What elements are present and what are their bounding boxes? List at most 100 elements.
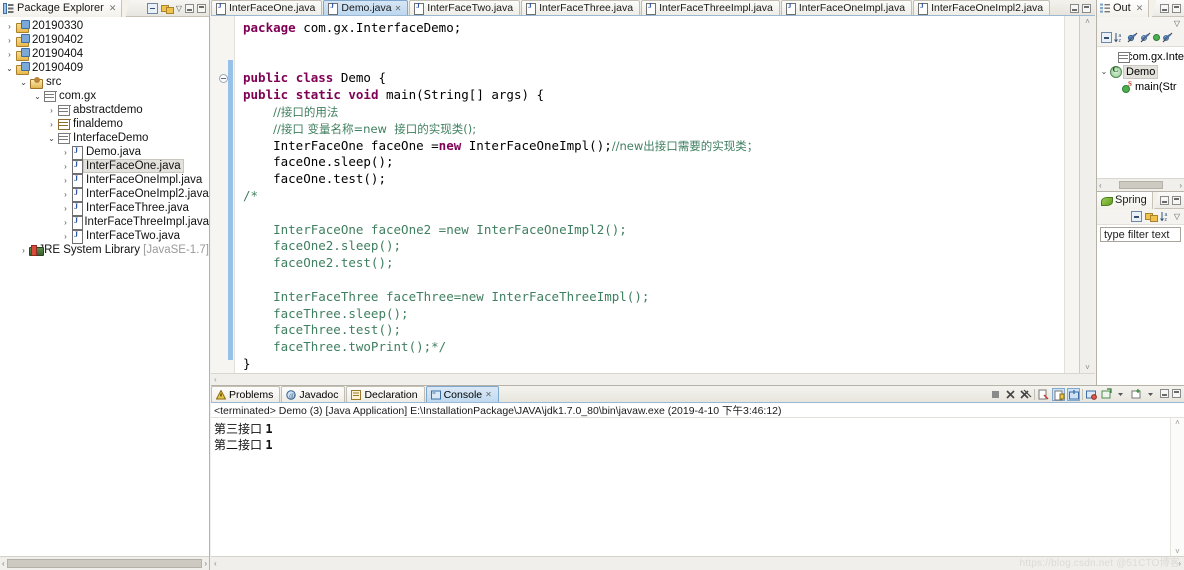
console-tab-close-icon[interactable]: ✕	[485, 390, 492, 399]
editor-vscrollbar[interactable]: ˄ ˅	[1079, 16, 1095, 373]
chevron-right-icon[interactable]: ›	[4, 36, 15, 45]
minimize-icon[interactable]	[1160, 388, 1169, 398]
editor-tab-interfacethree-java[interactable]: InterFaceThree.java	[521, 0, 641, 15]
outline-item-com-gx-inte[interactable]: com.gx.Inte	[1097, 49, 1184, 64]
minimize-icon[interactable]	[185, 3, 194, 13]
chevron-down-icon[interactable]: ⌄	[46, 134, 57, 143]
editor-tab-interfaceoneimpl2-java[interactable]: InterFaceOneImpl2.java	[913, 0, 1051, 15]
tab-package-explorer-close[interactable]: ✕	[109, 3, 117, 14]
tree-item-com-gx[interactable]: ⌄ com.gx	[0, 89, 209, 103]
package-explorer-tree[interactable]: › 20190330 › 20190402 › 20190404 ⌄ 20190409 ⌄ src…	[0, 17, 209, 556]
link-with-editor-icon[interactable]	[1144, 211, 1158, 222]
tab-package-explorer[interactable]: Package Explorer ✕	[0, 0, 123, 17]
link-with-editor-icon[interactable]	[160, 3, 174, 14]
spring-filter-input[interactable]: type filter text	[1100, 227, 1181, 242]
console-hscroll-left-arrow[interactable]: ‹	[214, 559, 217, 568]
view-menu-icon[interactable]: ▽	[176, 4, 182, 13]
vscroll-down-arrow[interactable]: ˅	[1085, 362, 1090, 373]
chevron-right-icon[interactable]: ›	[46, 120, 57, 129]
console-tab-javadoc[interactable]: @ Javadoc	[281, 386, 346, 402]
chevron-right-icon[interactable]: ›	[60, 218, 71, 227]
hide-static-icon[interactable]	[1140, 32, 1151, 43]
hscroll-thumb[interactable]	[6, 559, 203, 568]
tree-item-interfacethreeimpl-java[interactable]: › InterFaceThreeImpl.java	[0, 215, 209, 230]
console-vscroll-up-arrow[interactable]: ˄	[1175, 418, 1180, 427]
tree-item-20190402[interactable]: › 20190402	[0, 33, 209, 47]
chevron-right-icon[interactable]: ›	[18, 246, 29, 255]
collapse-all-icon[interactable]	[146, 2, 158, 14]
chevron-right-icon[interactable]: ›	[4, 50, 15, 59]
outline-item-main-str[interactable]: main(Str	[1097, 79, 1184, 94]
code-line[interactable]	[243, 54, 1064, 71]
tree-item-interfaceone-java[interactable]: › InterFaceOne.java	[0, 159, 209, 174]
code-line[interactable]: }	[243, 356, 1064, 373]
open-console-icon[interactable]	[1100, 388, 1113, 401]
editor-tab-interfacethreeimpl-java[interactable]: InterFaceThreeImpl.java	[641, 0, 780, 15]
code-line[interactable]: InterFaceOne faceOne =new InterFaceOneIm…	[243, 138, 1064, 155]
chevron-down-icon[interactable]: ⌄	[1099, 67, 1109, 76]
editor-tab-interfacetwo-java[interactable]: InterFaceTwo.java	[409, 0, 521, 15]
editor-tab-interfaceone-java[interactable]: InterFaceOne.java	[211, 0, 323, 15]
tree-item-interfaceoneimpl2-java[interactable]: › InterFaceOneImpl2.java	[0, 187, 209, 202]
chevron-right-icon[interactable]: ›	[46, 106, 57, 115]
tree-item-interfacedemo[interactable]: ⌄ InterfaceDemo	[0, 131, 209, 145]
code-line[interactable]	[243, 272, 1064, 289]
console-tab-declaration[interactable]: Declaration	[346, 386, 425, 402]
code-line[interactable]: //接口 变量名称=new 接口的实现类();	[243, 121, 1064, 138]
hscroll-right-arrow[interactable]: ›	[204, 559, 207, 568]
collapse-all-icon[interactable]	[1101, 32, 1112, 43]
code-line[interactable]: //接口的用法	[243, 104, 1064, 121]
hscroll-left-arrow[interactable]: ‹	[2, 559, 5, 568]
tree-item-abstractdemo[interactable]: › abstractdemo	[0, 103, 209, 117]
code-line[interactable]: public class Demo {	[243, 70, 1064, 87]
chevron-down-icon[interactable]: ⌄	[18, 78, 29, 87]
terminate-icon[interactable]	[989, 388, 1002, 401]
code-line[interactable]	[243, 205, 1064, 222]
maximize-icon[interactable]	[1172, 3, 1181, 13]
display-selected-console-icon[interactable]	[1085, 388, 1098, 401]
outline-hscroll-right-arrow[interactable]: ›	[1179, 181, 1182, 190]
editor-tab-interfaceoneimpl-java[interactable]: InterFaceOneImpl.java	[780, 0, 913, 15]
code-line[interactable]: /*	[243, 188, 1064, 205]
tree-item-jre-system-library[interactable]: › JRE System Library [JavaSE-1.7]	[0, 243, 209, 257]
minimize-icon[interactable]	[1070, 4, 1079, 13]
maximize-icon[interactable]	[1172, 195, 1181, 205]
chevron-down-icon[interactable]: ⌄	[4, 64, 15, 73]
maximize-icon[interactable]	[197, 3, 206, 13]
code-line[interactable]: faceOne.test();	[243, 171, 1064, 188]
hide-local-types-icon[interactable]	[1162, 32, 1173, 43]
new-console-dropdown-icon[interactable]	[1145, 388, 1158, 401]
fold-collapse-icon[interactable]	[219, 74, 228, 83]
chevron-right-icon[interactable]: ›	[60, 204, 71, 213]
vscroll-up-arrow[interactable]: ˄	[1085, 16, 1090, 27]
editor-hscrollbar[interactable]: ‹	[211, 373, 1095, 384]
editor-hscroll-left-arrow[interactable]: ‹	[214, 375, 217, 384]
package-explorer-hscrollbar[interactable]: ‹ ›	[0, 556, 209, 570]
hide-fields-icon[interactable]	[1127, 32, 1138, 43]
minimize-icon[interactable]	[1160, 195, 1169, 205]
tab-spring-explorer[interactable]: Spring	[1097, 191, 1153, 209]
tree-item-interfaceoneimpl-java[interactable]: › InterFaceOneImpl.java	[0, 173, 209, 188]
chevron-right-icon[interactable]: ›	[4, 22, 15, 31]
tree-item-interfacetwo-java[interactable]: › InterFaceTwo.java	[0, 229, 209, 244]
minimize-icon[interactable]	[1160, 3, 1169, 13]
console-output[interactable]: 第三接口 1 第二接口 1 ˄ ˅	[211, 418, 1184, 556]
editor-tab-close-icon[interactable]: ✕	[395, 4, 402, 13]
tree-item-src[interactable]: ⌄ src	[0, 75, 209, 89]
new-console-view-icon[interactable]	[1130, 388, 1143, 401]
code-line[interactable]: package com.gx.InterfaceDemo;	[243, 20, 1064, 37]
maximize-icon[interactable]	[1082, 4, 1091, 13]
sort-icon[interactable]: a z	[1159, 211, 1171, 223]
tree-item-demo-java[interactable]: › Demo.java	[0, 145, 209, 160]
code-line[interactable]: faceThree.twoPrint();*/	[243, 339, 1064, 356]
clear-console-icon[interactable]	[1037, 388, 1050, 401]
outline-hscroll-left-arrow[interactable]: ‹	[1099, 181, 1102, 190]
chevron-right-icon[interactable]: ›	[60, 232, 71, 241]
tree-item-20190330[interactable]: › 20190330	[0, 19, 209, 33]
code-line[interactable]: InterFaceThree faceThree=new InterFaceTh…	[243, 289, 1064, 306]
chevron-right-icon[interactable]: ›	[60, 162, 71, 171]
console-tab-console[interactable]: Console ✕	[425, 386, 499, 402]
chevron-right-icon[interactable]: ›	[60, 148, 71, 157]
code-text[interactable]: package com.gx.InterfaceDemo; public cla…	[235, 16, 1064, 373]
collapse-all-icon[interactable]	[1130, 211, 1142, 222]
